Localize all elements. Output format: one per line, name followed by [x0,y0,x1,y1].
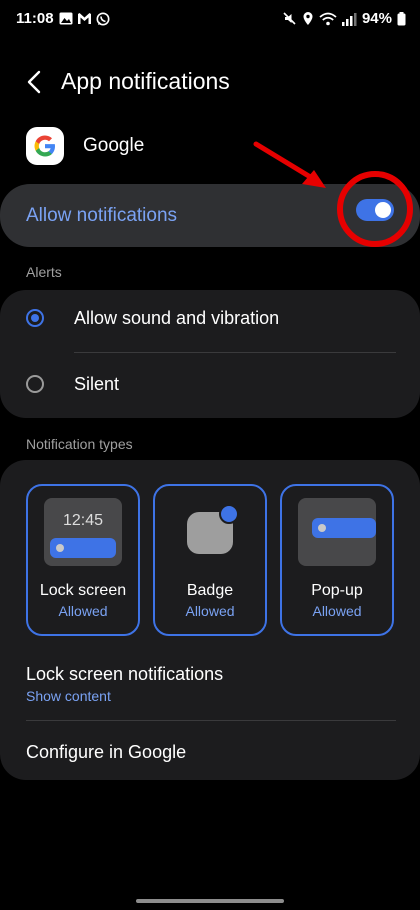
notification-types-header: Notification types [26,436,133,452]
alert-option-sound-vibration[interactable]: Allow sound and vibration [26,304,279,332]
status-bar: 11:08 94% [0,0,420,40]
alerts-card: Allow sound and vibration Silent [0,290,420,418]
notification-types-card: 12:45 Lock screen Allowed Badge Allowed … [0,460,420,780]
tile-name: Pop-up [311,582,363,599]
lock-screen-notifications-value: Show content [26,688,111,704]
preview-popup-bar [312,518,376,538]
alert-option-silent[interactable]: Silent [26,370,119,398]
pop-up-preview [298,498,376,566]
location-icon [303,12,313,25]
google-logo-icon [34,135,55,157]
divider [26,720,396,721]
app-info-row: Google [26,127,144,165]
bar-dot [318,524,326,532]
page-title: App notifications [61,68,230,94]
lock-screen-preview: 12:45 [44,498,122,566]
alerts-section-header: Alerts [26,264,62,280]
tile-pop-up[interactable]: Pop-up Allowed [280,484,394,636]
badge-dot-icon [219,504,239,524]
home-indicator[interactable] [136,899,284,903]
status-time: 11:08 [16,10,54,27]
tile-status: Allowed [58,603,108,619]
tile-status: Allowed [185,603,235,619]
google-app-icon [26,127,64,165]
battery-icon [397,11,406,25]
lock-screen-notifications-title[interactable]: Lock screen notifications [26,664,223,685]
tile-status: Allowed [312,603,362,619]
tile-name: Badge [186,582,234,599]
allow-notifications-label: Allow notifications [26,205,178,226]
red-arrow-annotation [253,141,326,188]
gmail-icon [78,13,91,24]
configure-in-google[interactable]: Configure in Google [26,742,186,763]
notification-icons [59,12,110,26]
app-name: Google [83,135,145,156]
battery-percent: 94% [361,10,392,27]
tile-lock-screen[interactable]: 12:45 Lock screen Allowed [26,484,140,636]
status-right: 94% [282,10,406,27]
back-arrow-icon[interactable] [24,68,48,96]
red-circle-annotation [337,171,413,247]
divider [74,352,396,353]
alert-option-label: Allow sound and vibration [74,307,280,328]
alert-option-label: Silent [74,373,120,394]
tile-badge[interactable]: Badge Allowed [153,484,267,636]
radio-selected-icon[interactable] [26,309,44,327]
wifi-icon [319,12,337,25]
signal-icon [341,12,357,26]
bar-dot [56,544,64,552]
preview-notification-bar [50,538,116,558]
preview-time: 12:45 [62,512,104,529]
radio-unselected-icon[interactable] [26,375,44,393]
whatsapp-icon [96,12,110,26]
mute-icon [283,12,296,25]
gallery-icon [59,12,73,25]
tile-name: Lock screen [39,582,127,599]
